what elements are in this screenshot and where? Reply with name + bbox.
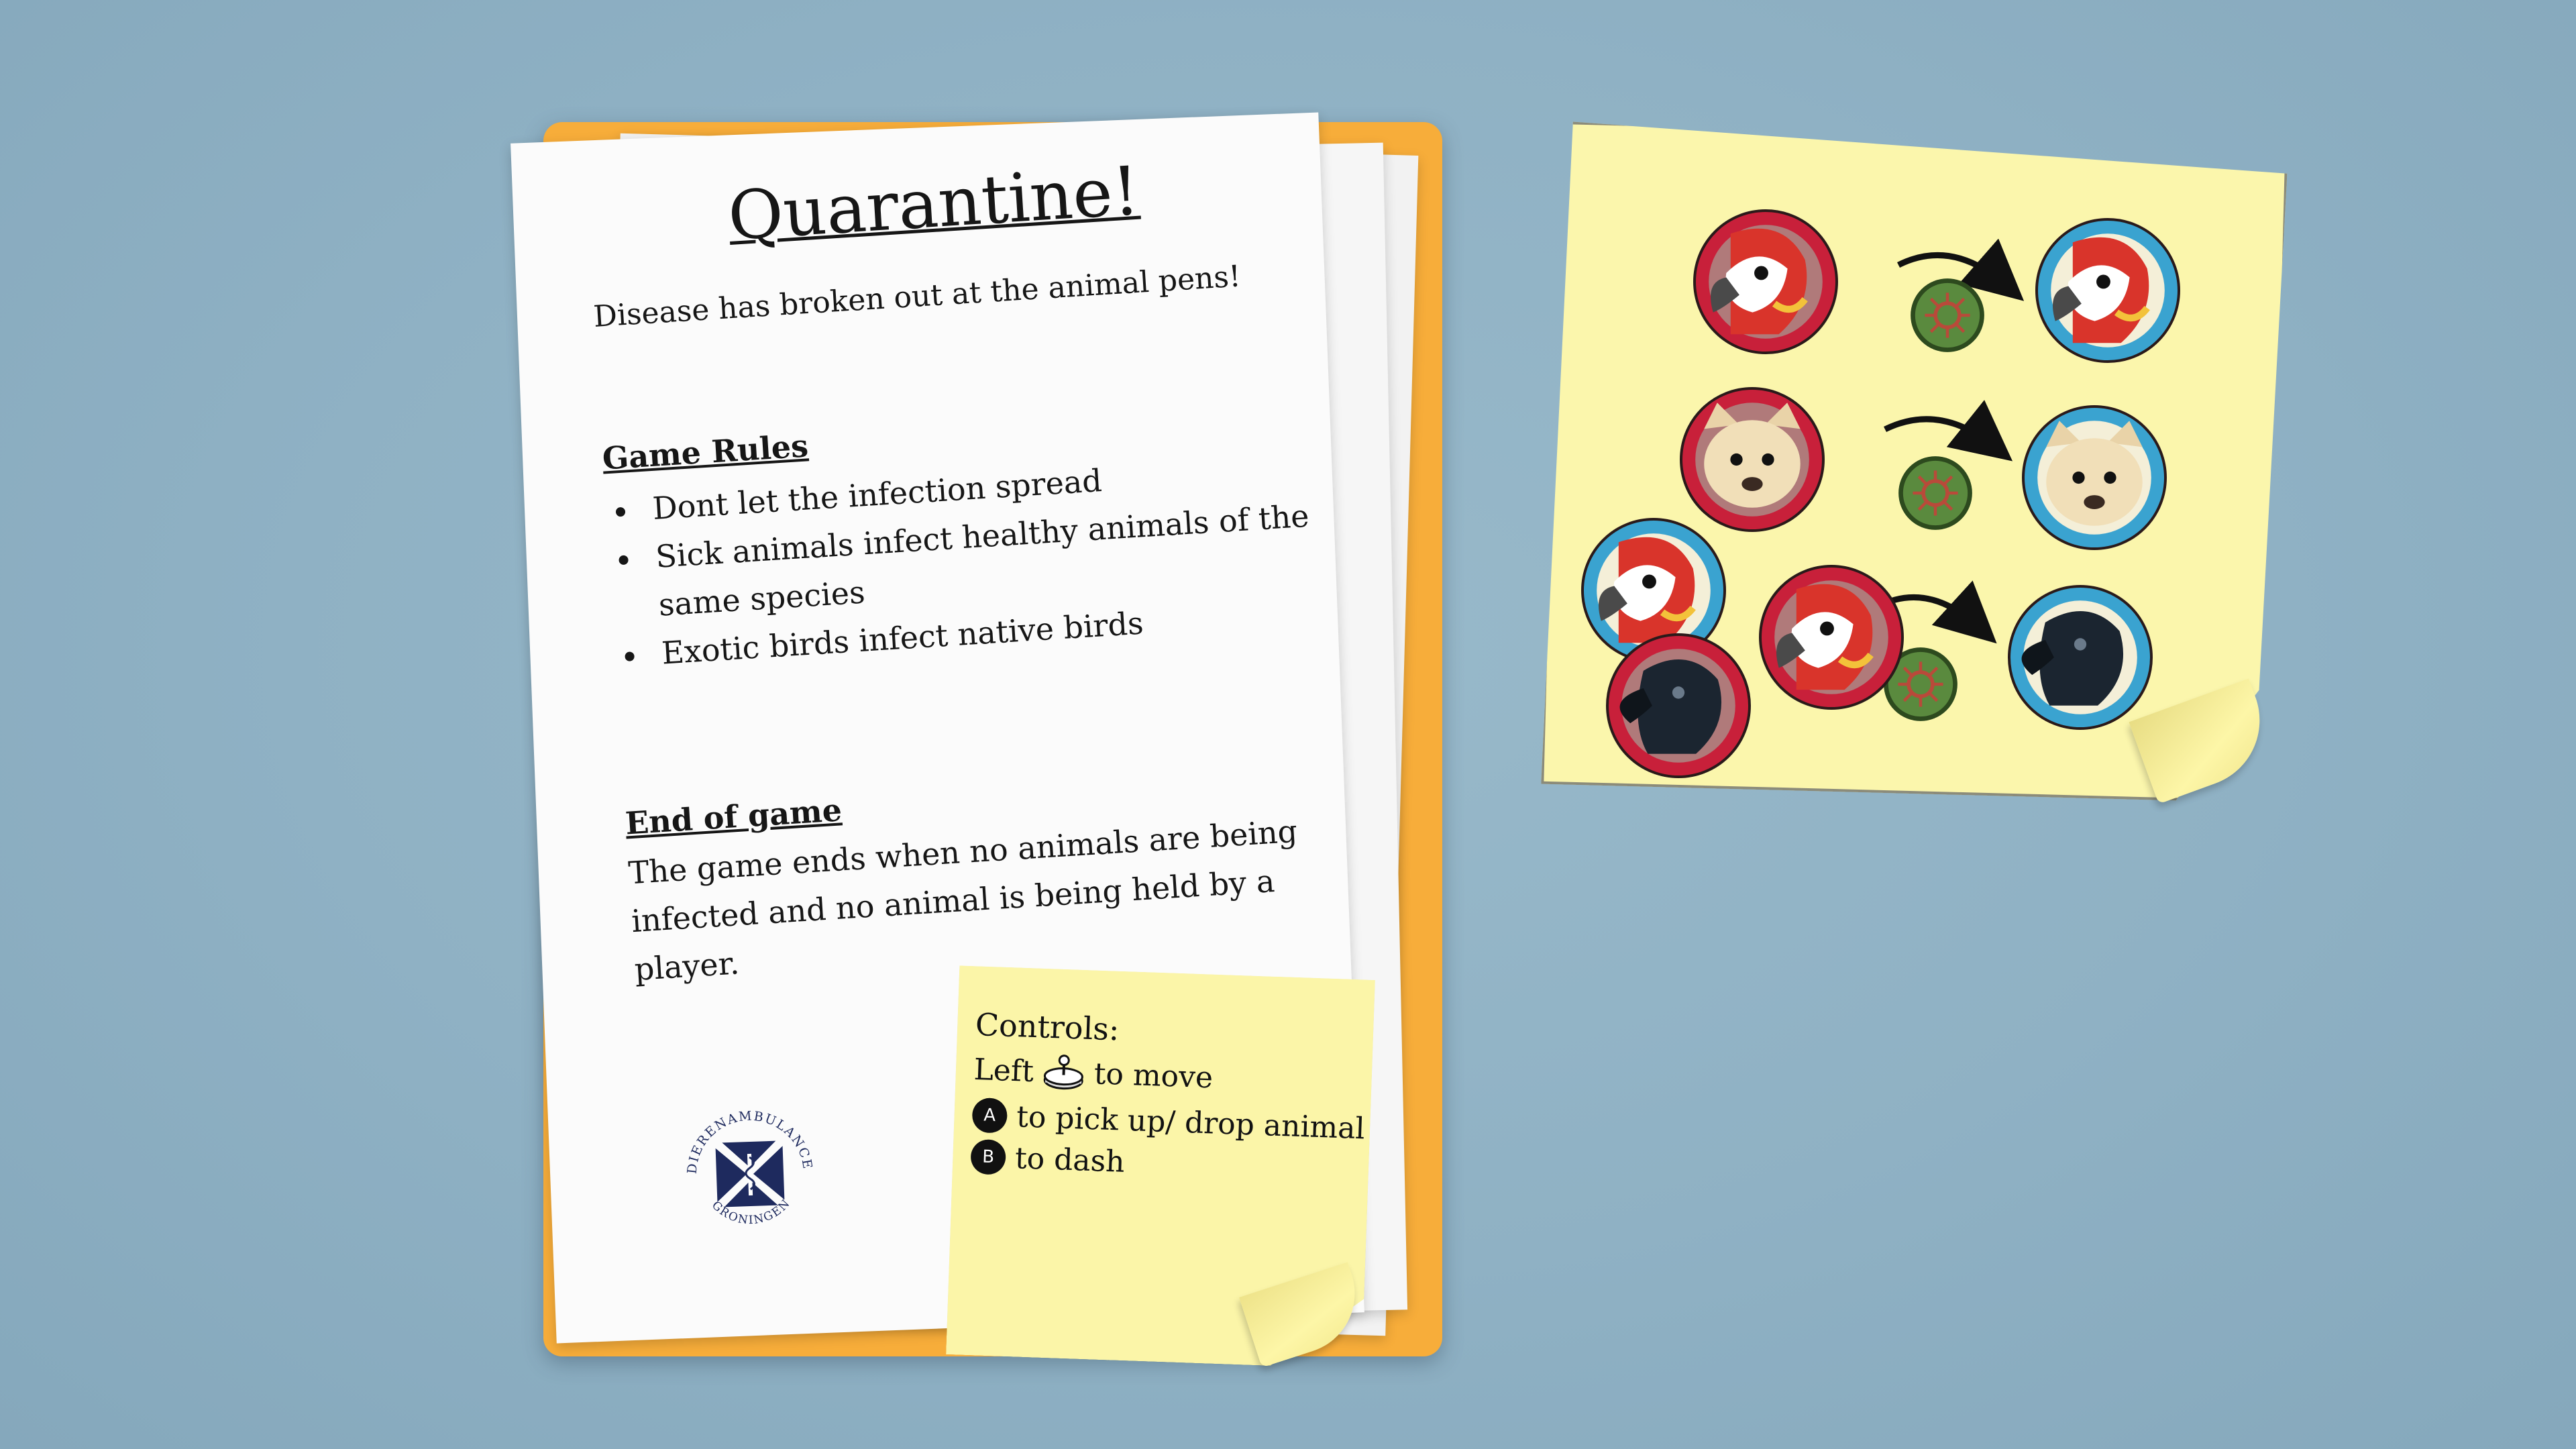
joystick-icon [1043, 1055, 1084, 1090]
control-move-suffix: to move [1093, 1056, 1214, 1095]
infection-diagram [1581, 209, 2180, 778]
healthy-animal-token [2008, 585, 2153, 730]
controls-title: Controls: [975, 1006, 1120, 1048]
diagram-content [1581, 209, 2180, 778]
control-dash-text: to dash [1014, 1140, 1126, 1179]
a-button-icon: A [971, 1097, 1008, 1134]
healthy-animal-token [2022, 405, 2167, 550]
sick-animal-token [1680, 387, 1825, 532]
b-button-icon: B [970, 1138, 1007, 1175]
control-move-prefix: Left [973, 1052, 1034, 1089]
sick-animal-token [1606, 633, 1751, 778]
control-dash: B to dash [970, 1138, 1126, 1179]
sick-animal-token [1693, 209, 1838, 354]
sick-animal-token [1759, 565, 1904, 710]
virus-icon [1913, 280, 1982, 350]
dierenambulance-logo: DIERENAMBULANCE GRONINGEN [682, 1106, 815, 1228]
virus-icon [1900, 458, 1970, 527]
healthy-animal-token [2035, 218, 2180, 363]
arrow-icon [1884, 400, 2013, 462]
